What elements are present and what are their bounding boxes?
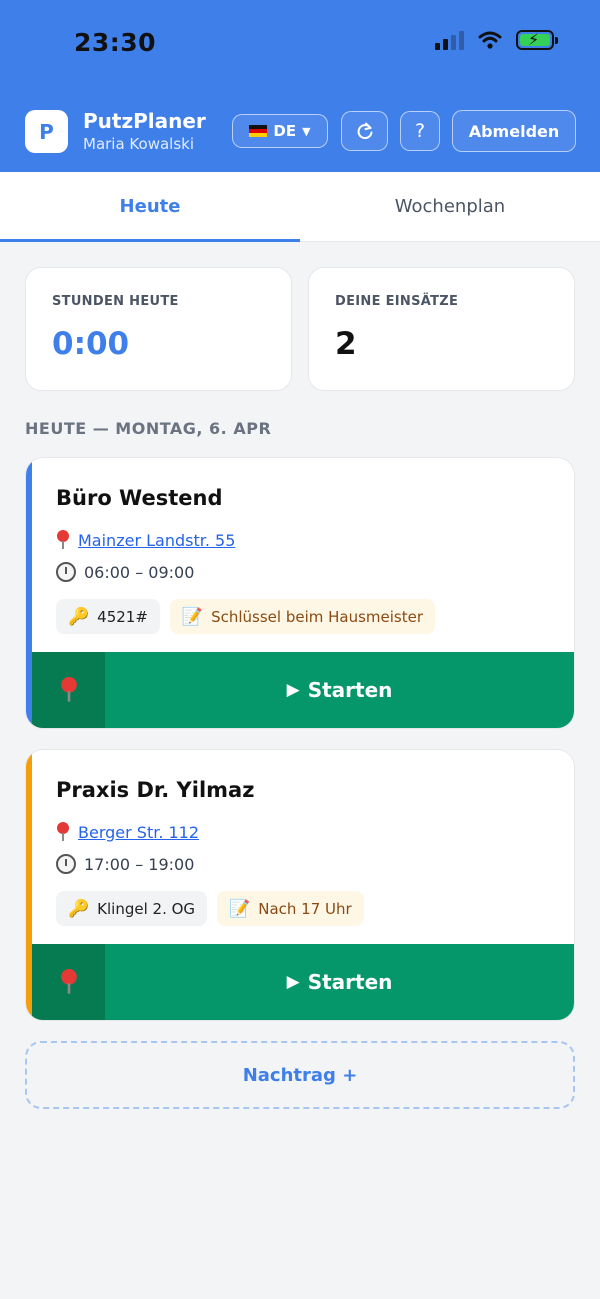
chevron-down-icon: ▼	[302, 124, 311, 138]
start-button[interactable]: ▶ Starten	[105, 652, 574, 728]
refresh-icon	[357, 122, 372, 140]
job-note: Nach 17 Uhr	[258, 899, 352, 918]
job-note: Schlüssel beim Hausmeister	[211, 607, 424, 626]
job-card: Praxis Dr. Yilmaz Berger Str. 112 17:00 …	[25, 749, 575, 1021]
job-address-row: Berger Str. 112	[56, 822, 199, 842]
language-selector[interactable]: DE ▼	[232, 114, 328, 148]
job-address-row: Mainzer Landstr. 55	[56, 530, 235, 550]
stat-card-assignments: DEINE EINSÄTZE 2	[308, 267, 575, 391]
pin-icon	[59, 677, 77, 703]
clock-icon	[56, 854, 76, 874]
status-icons: ⚡	[435, 30, 558, 50]
pin-icon	[56, 530, 70, 550]
job-time-row: 17:00 – 19:00	[56, 854, 194, 874]
job-time: 17:00 – 19:00	[84, 854, 195, 874]
refresh-button[interactable]	[341, 111, 388, 151]
wifi-icon	[478, 31, 502, 49]
memo-icon: 📝	[229, 898, 251, 919]
app-header: 23:30 ⚡ P PutzPlaner Maria Kowalski DE ▼…	[0, 0, 600, 172]
signal-icon	[435, 30, 464, 50]
stat-value: 2	[335, 326, 357, 362]
job-time: 06:00 – 09:00	[84, 562, 195, 582]
job-address-link[interactable]: Berger Str. 112	[78, 823, 199, 842]
start-label: Starten	[307, 970, 393, 994]
stat-card-hours: STUNDEN HEUTE 0:00	[25, 267, 292, 391]
job-actions: ▶ Starten	[32, 944, 574, 1020]
note-chip: 📝 Nach 17 Uhr	[217, 891, 364, 926]
tab-weekly-plan[interactable]: Wochenplan	[300, 172, 600, 241]
key-icon: 🔑	[68, 606, 90, 627]
job-card: Büro Westend Mainzer Landstr. 55 06:00 –…	[25, 457, 575, 729]
stat-value: 0:00	[52, 326, 130, 362]
access-code-chip: 🔑 4521#	[56, 599, 160, 634]
start-label: Starten	[307, 678, 393, 702]
key-icon: 🔑	[68, 898, 90, 919]
app-title: PutzPlaner	[83, 109, 206, 133]
help-icon: ?	[414, 120, 426, 142]
access-code: Klingel 2. OG	[97, 899, 196, 918]
pin-icon	[56, 822, 70, 842]
start-button[interactable]: ▶ Starten	[105, 944, 574, 1020]
play-icon: ▶	[286, 972, 300, 992]
job-actions: ▶ Starten	[32, 652, 574, 728]
stat-label: DEINE EINSÄTZE	[335, 294, 459, 309]
logout-button[interactable]: Abmelden	[452, 110, 576, 152]
section-heading: HEUTE — MONTAG, 6. APR	[25, 419, 272, 438]
job-time-row: 06:00 – 09:00	[56, 562, 194, 582]
tab-today[interactable]: Heute	[0, 172, 300, 242]
map-button[interactable]	[32, 944, 105, 1020]
job-chips: 🔑 4521# 📝 Schlüssel beim Hausmeister	[56, 599, 436, 634]
clock-icon	[56, 562, 76, 582]
battery-icon: ⚡	[516, 30, 558, 50]
add-entry-button[interactable]: Nachtrag +	[25, 1041, 575, 1109]
job-title: Büro Westend	[56, 486, 223, 510]
job-chips: 🔑 Klingel 2. OG 📝 Nach 17 Uhr	[56, 891, 364, 926]
note-chip: 📝 Schlüssel beim Hausmeister	[169, 599, 436, 634]
germany-flag-icon	[249, 125, 268, 137]
help-button[interactable]: ?	[400, 111, 440, 151]
tab-bar: Heute Wochenplan	[0, 172, 600, 242]
job-title: Praxis Dr. Yilmaz	[56, 778, 255, 802]
play-icon: ▶	[286, 680, 300, 700]
memo-icon: 📝	[181, 606, 204, 627]
user-name: Maria Kowalski	[83, 135, 194, 153]
map-button[interactable]	[32, 652, 105, 728]
job-address-link[interactable]: Mainzer Landstr. 55	[78, 531, 235, 550]
access-code-chip: 🔑 Klingel 2. OG	[56, 891, 208, 926]
app-logo: P	[25, 110, 68, 153]
access-code: 4521#	[97, 607, 148, 626]
pin-icon	[59, 969, 77, 995]
status-time: 23:30	[74, 28, 157, 57]
stat-label: STUNDEN HEUTE	[52, 294, 179, 309]
language-label: DE	[273, 122, 297, 140]
